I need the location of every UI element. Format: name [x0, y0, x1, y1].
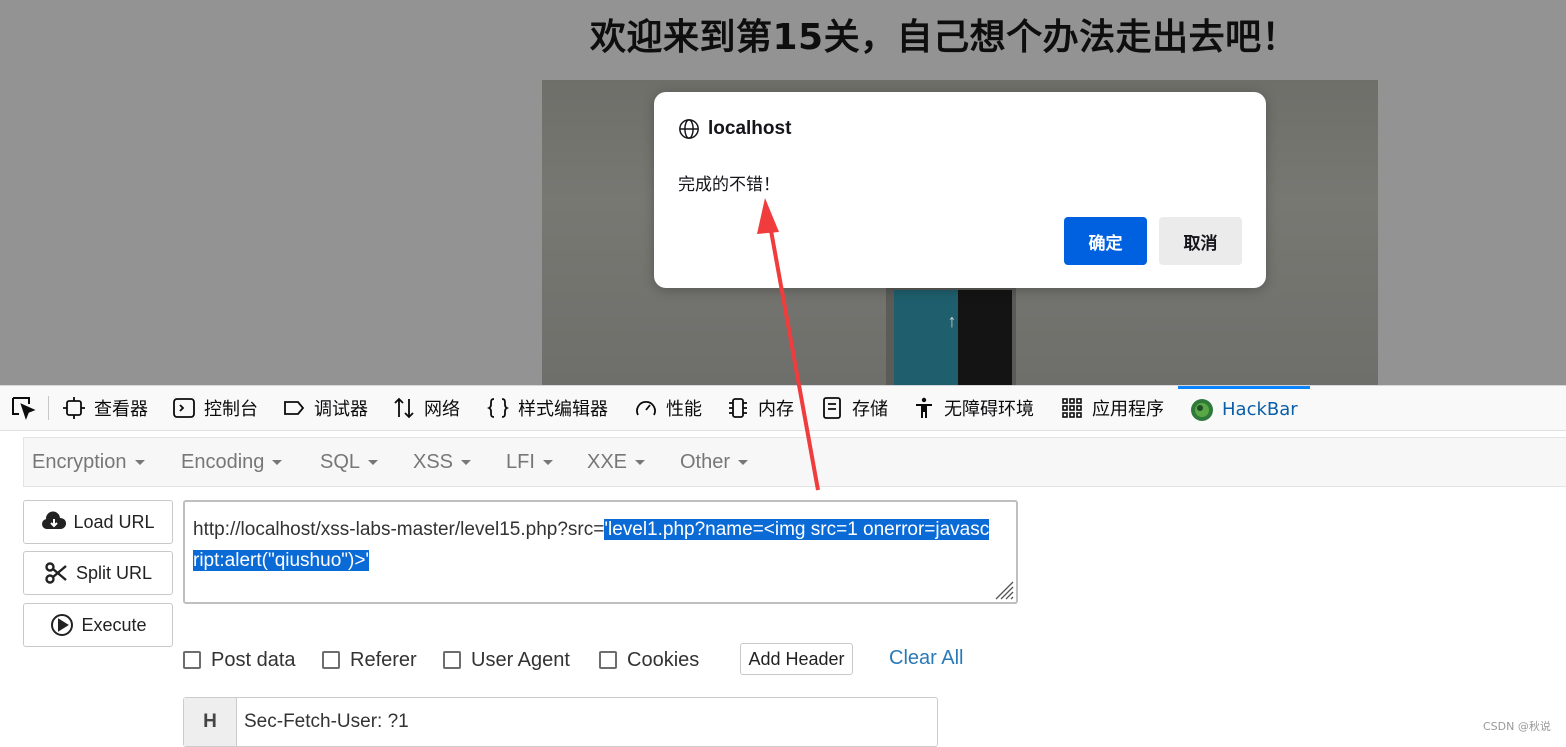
checkbox-box[interactable] — [183, 651, 201, 669]
menu-xss[interactable]: XSS — [413, 438, 472, 486]
url-text: http://localhost/xss-labs-master/level15… — [193, 514, 993, 576]
referer-checkbox[interactable]: Referer — [322, 648, 417, 672]
tab-network-label: 网络 — [424, 399, 460, 420]
cookies-checkbox[interactable]: Cookies — [599, 648, 699, 672]
checkbox-box[interactable] — [599, 651, 617, 669]
header-value-input[interactable]: Sec-Fetch-User: ?1 — [244, 711, 409, 733]
caret-down-icon — [272, 459, 283, 465]
caret-down-icon — [542, 459, 553, 465]
tab-debugger[interactable]: 调试器 — [282, 386, 368, 430]
dialog-origin: localhost — [678, 118, 791, 140]
menu-sql[interactable]: SQL — [320, 438, 379, 486]
hackbar-menu: Encryption Encoding SQL XSS LFI XXE Othe… — [23, 437, 1566, 487]
menu-encoding[interactable]: Encoding — [181, 438, 283, 486]
resize-grip-icon[interactable] — [992, 578, 1014, 600]
url-textarea[interactable]: http://localhost/xss-labs-master/level15… — [183, 500, 1018, 604]
tab-application[interactable]: 应用程序 — [1060, 386, 1164, 430]
tab-console[interactable]: 控制台 — [172, 386, 258, 430]
tab-network[interactable]: 网络 — [392, 386, 460, 430]
header-badge: H — [184, 698, 237, 746]
exit-sign-icon: ↑ — [947, 311, 957, 331]
caret-down-icon — [368, 459, 379, 465]
post-data-label: Post data — [211, 648, 296, 671]
tab-style-editor-label: 样式编辑器 — [518, 399, 608, 420]
performance-icon — [636, 401, 656, 416]
tab-hackbar[interactable]: HackBar — [1178, 386, 1310, 430]
caret-down-icon — [461, 459, 472, 465]
tab-hackbar-label: HackBar — [1222, 399, 1298, 420]
checkbox-box[interactable] — [443, 651, 461, 669]
tab-accessibility-label: 无障碍环境 — [944, 399, 1034, 420]
cloud-download-icon — [42, 511, 67, 529]
menu-lfi[interactable]: LFI — [506, 438, 553, 486]
checkbox-box[interactable] — [322, 651, 340, 669]
tab-performance[interactable]: 性能 — [634, 386, 702, 430]
hackbar-icon — [1191, 398, 1213, 421]
execute-button[interactable]: Execute — [23, 603, 173, 647]
application-icon — [1062, 398, 1082, 418]
storage-icon — [823, 397, 841, 419]
globe-icon — [679, 119, 699, 139]
split-url-button[interactable]: Split URL — [23, 551, 173, 595]
dialog-origin-label: localhost — [708, 118, 792, 139]
menu-encryption[interactable]: Encryption — [32, 438, 145, 486]
menu-other[interactable]: Other — [680, 438, 749, 486]
menu-other-label: Other — [680, 450, 731, 473]
style-editor-icon — [486, 398, 510, 418]
menu-lfi-label: LFI — [506, 450, 535, 473]
inspector-icon — [63, 397, 85, 419]
user-agent-label: User Agent — [471, 648, 570, 671]
play-circle-icon — [51, 614, 74, 636]
tab-debugger-label: 调试器 — [314, 399, 368, 420]
menu-xss-label: XSS — [413, 450, 454, 473]
tab-memory[interactable]: 内存 — [726, 386, 794, 430]
alert-dialog: localhost 完成的不错！ 确定 取消 — [654, 92, 1266, 288]
tab-storage-label: 存储 — [852, 399, 888, 420]
toolbar-separator — [48, 396, 49, 420]
url-prefix: http://localhost/xss-labs-master/level15… — [193, 519, 605, 540]
load-url-label: Load URL — [73, 511, 155, 532]
add-header-button[interactable]: Add Header — [740, 643, 853, 675]
tab-inspector-label: 查看器 — [94, 399, 148, 420]
menu-xxe[interactable]: XXE — [587, 438, 646, 486]
menu-encryption-label: Encryption — [32, 450, 127, 473]
ok-button[interactable]: 确定 — [1064, 217, 1147, 265]
dialog-message: 完成的不错！ — [678, 175, 780, 195]
referer-label: Referer — [350, 648, 417, 671]
post-data-checkbox[interactable]: Post data — [183, 648, 296, 672]
menu-xxe-label: XXE — [587, 450, 628, 473]
caret-down-icon — [738, 459, 749, 465]
devtools-toolbar: 查看器 控制台 调试器 网络 样式编辑器 性能 内存 存储 无障碍环境 应用程序… — [0, 385, 1566, 431]
scissors-icon — [45, 562, 67, 584]
element-picker-icon[interactable] — [10, 395, 38, 421]
debugger-icon — [284, 401, 305, 415]
watermark: CSDN @秋说 — [1483, 720, 1551, 733]
page-title: 欢迎来到第15关，自己想个办法走出去吧！ — [590, 17, 1299, 58]
load-url-button[interactable]: Load URL — [23, 500, 173, 544]
clear-all-link[interactable]: Clear All — [889, 647, 963, 670]
cancel-button[interactable]: 取消 — [1159, 217, 1242, 265]
tab-style-editor[interactable]: 样式编辑器 — [486, 386, 608, 430]
accessibility-icon — [916, 397, 932, 418]
tab-storage[interactable]: 存储 — [820, 386, 888, 430]
tab-console-label: 控制台 — [204, 399, 258, 420]
execute-label: Execute — [81, 614, 147, 635]
tab-application-label: 应用程序 — [1092, 399, 1164, 420]
door-blue-panel — [894, 290, 958, 385]
menu-encoding-label: Encoding — [181, 450, 265, 473]
tab-memory-label: 内存 — [758, 399, 794, 420]
split-url-label: Split URL — [75, 562, 153, 583]
caret-down-icon — [635, 459, 646, 465]
cookies-label: Cookies — [627, 648, 700, 671]
console-icon — [173, 398, 195, 418]
door-dark-panel — [958, 290, 1012, 385]
tab-performance-label: 性能 — [666, 399, 702, 420]
tab-accessibility[interactable]: 无障碍环境 — [912, 386, 1034, 430]
memory-icon — [729, 398, 747, 418]
caret-down-icon — [134, 459, 145, 465]
tab-inspector[interactable]: 查看器 — [62, 386, 148, 430]
user-agent-checkbox[interactable]: User Agent — [443, 648, 570, 672]
menu-sql-label: SQL — [320, 450, 361, 473]
network-icon — [394, 397, 414, 419]
